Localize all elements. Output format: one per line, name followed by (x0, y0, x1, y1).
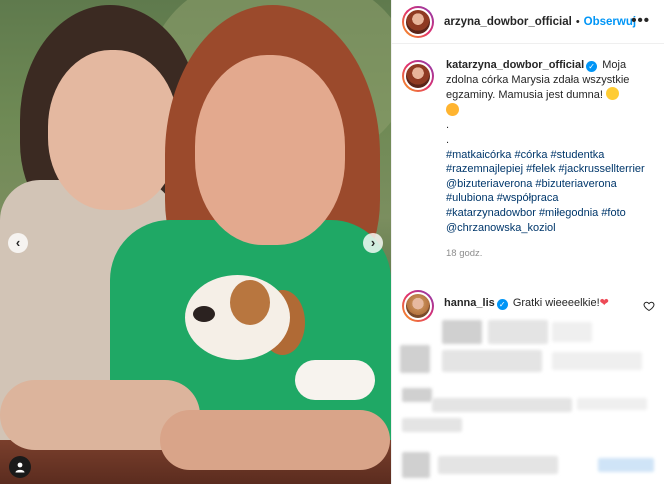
chevron-right-icon[interactable]: › (363, 233, 383, 253)
verified-badge-icon: ✓ (496, 299, 508, 310)
comment-username[interactable]: hanna_lis (444, 297, 495, 309)
blurred-content (552, 352, 642, 370)
blurred-content (598, 458, 654, 472)
caption-avatar[interactable] (402, 60, 434, 92)
post-timestamp[interactable]: 18 godz. (446, 247, 646, 262)
author-avatar[interactable] (402, 5, 434, 38)
avatar-image (404, 62, 432, 90)
blurred-content (402, 418, 462, 432)
blurred-content (402, 452, 430, 478)
blurred-content (438, 456, 558, 474)
mother-arm (160, 410, 390, 470)
user-tag-icon-glyph (15, 462, 25, 473)
blurred-content (432, 398, 572, 412)
comment-body: hanna_lis ✓ Gratki wieeeelkie!❤ (444, 296, 609, 310)
avatar-image (404, 7, 432, 36)
dog-nose (193, 306, 215, 322)
dog-patch (230, 280, 270, 325)
caption-dot: . (446, 133, 450, 146)
user-tag-icon[interactable] (9, 456, 31, 478)
post-header: arzyna_dowbor_official • Obserwuj ••• (392, 0, 664, 44)
follow-button[interactable]: Obserwuj (584, 16, 636, 28)
caption-username[interactable]: katarzyna_dowbor_official (446, 59, 584, 71)
caption-dot: . (446, 119, 450, 132)
caption-body: katarzyna_dowbor_official ✓ Moja zdolna c… (446, 58, 646, 262)
author-username[interactable]: arzyna_dowbor_official (444, 16, 572, 28)
caption-hashtags[interactable]: #matkaicórka #córka #studentka #razemnaj… (446, 149, 645, 234)
blurred-content (552, 322, 592, 342)
heart-eyes-emoji-icon (446, 102, 459, 116)
daughter-face (48, 50, 178, 210)
dog-paw (295, 360, 375, 400)
comment-text: Gratki wieeeelkie! (512, 297, 600, 309)
more-icon[interactable]: ••• (631, 12, 650, 29)
blurred-content (577, 398, 647, 410)
blurred-content (402, 388, 432, 402)
blurred-content (400, 345, 430, 373)
separator-dot: • (575, 15, 580, 28)
post-caption: katarzyna_dowbor_official ✓ Moja zdolna c… (392, 44, 664, 262)
avatar-image (404, 292, 432, 320)
blurred-content (442, 320, 482, 344)
smile-emoji-icon (605, 87, 619, 101)
chevron-left-icon[interactable]: ‹ (8, 233, 28, 253)
post-sidebar: arzyna_dowbor_official • Obserwuj ••• ka… (391, 0, 664, 484)
red-heart-emoji-icon: ❤ (599, 297, 609, 309)
commenter-avatar[interactable] (402, 290, 434, 322)
mother-face (195, 55, 345, 245)
heart-icon[interactable] (643, 300, 655, 312)
blurred-content (488, 320, 548, 344)
blurred-content (442, 350, 542, 372)
comment-item: hanna_lis ✓ Gratki wieeeelkie!❤ (402, 290, 657, 322)
verified-badge-icon: ✓ (586, 61, 598, 72)
post-photo[interactable]: ‹ › (0, 0, 391, 484)
